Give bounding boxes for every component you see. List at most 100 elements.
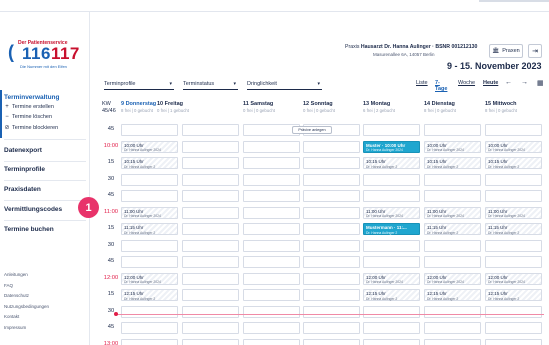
footer-link-kontakt[interactable]: Kontakt [4,314,49,319]
view-7-tage[interactable]: 7-Tage [435,80,447,92]
empty-cell[interactable] [424,256,481,268]
empty-cell[interactable] [485,190,542,202]
empty-cell[interactable] [424,124,481,136]
empty-cell[interactable] [243,157,300,169]
empty-cell[interactable] [363,239,420,252]
empty-cell[interactable] [182,173,239,186]
footer-link-impressum[interactable]: Impressum [4,325,49,330]
free-slot[interactable]: 11:15 Uhr Dr. Hanna Aulinger 2 [485,223,542,235]
footer-link-datenschutz[interactable]: Datenschutz [4,293,49,298]
sidebar-item-termine-buchen[interactable]: Termine buchen [4,226,54,233]
empty-cell[interactable] [363,305,420,318]
empty-cell[interactable] [363,124,420,136]
empty-cell[interactable] [182,256,239,268]
empty-cell[interactable] [485,322,542,334]
empty-cell[interactable] [303,322,360,334]
empty-cell[interactable] [243,206,300,219]
view-liste[interactable]: Liste [416,80,428,86]
empty-cell[interactable] [303,289,360,301]
free-slot[interactable]: 10:15 Uhr Dr. Hanna Aulinger 2 [363,157,420,169]
empty-cell[interactable] [243,173,300,186]
praxen-button[interactable]: 🏛 Praxen [489,44,523,58]
empty-cell[interactable] [182,140,239,153]
empty-cell[interactable] [243,289,300,301]
sidebar-item-datenexport[interactable]: Datenexport [4,147,42,154]
empty-cell[interactable] [243,338,300,345]
free-slot[interactable]: 12:15 Uhr Dr. Hanna Aulinger 2 [424,289,481,301]
empty-cell[interactable] [303,157,360,169]
empty-cell[interactable] [182,223,239,235]
empty-cell[interactable] [121,322,178,334]
empty-cell[interactable] [121,190,178,202]
empty-cell[interactable] [243,322,300,334]
footer-link-nutzungsbedingungen[interactable]: Nutzungsbedingungen [4,304,49,309]
calendar-icon[interactable]: ▦ [537,79,544,87]
booked-appointment[interactable]: Mustermann · 11:... Dr. Hanna Aulinger 2 [363,223,420,235]
empty-cell[interactable] [182,239,239,252]
footer-link-faq[interactable]: FAQ [4,283,49,288]
empty-cell[interactable] [485,239,542,252]
free-slot[interactable]: 10:15 Uhr Dr. Hanna Aulinger 2 [485,157,542,169]
free-slot[interactable]: 12:00 Uhr Dr. Hanna Aulinger 2024 [363,272,420,285]
empty-cell[interactable] [121,305,178,318]
empty-cell[interactable] [182,289,239,301]
empty-cell[interactable] [182,124,239,136]
empty-cell[interactable] [182,206,239,219]
empty-cell[interactable] [303,173,360,186]
arrow-right-icon[interactable]: → [521,79,528,86]
free-slot[interactable]: 11:00 Uhr Dr. Hanna Aulinger 2024 [424,206,481,219]
empty-cell[interactable] [182,190,239,202]
empty-cell[interactable] [485,173,542,186]
empty-cell[interactable] [424,338,481,345]
free-slot[interactable]: 11:00 Uhr Dr. Hanna Aulinger 2024 [121,206,178,219]
empty-cell[interactable] [243,256,300,268]
empty-cell[interactable] [424,322,481,334]
free-slot[interactable]: 11:15 Uhr Dr. Hanna Aulinger 2 [424,223,481,235]
free-slot[interactable]: 10:15 Uhr Dr. Hanna Aulinger 2 [121,157,178,169]
empty-cell[interactable] [121,239,178,252]
empty-cell[interactable] [485,305,542,318]
empty-cell[interactable] [424,190,481,202]
arrow-left-icon[interactable]: ← [505,79,512,86]
free-slot[interactable]: 12:00 Uhr Dr. Hanna Aulinger 2024 [121,272,178,285]
free-slot[interactable]: 11:15 Uhr Dr. Hanna Aulinger 2 [121,223,178,235]
free-slot[interactable]: 10:15 Uhr Dr. Hanna Aulinger 2 [424,157,481,169]
terminprofile-dropdown[interactable]: Terminprofile ▾ [104,79,174,90]
empty-cell[interactable] [303,338,360,345]
empty-cell[interactable] [121,338,178,345]
empty-cell[interactable] [363,338,420,345]
free-slot[interactable]: 12:15 Uhr Dr. Hanna Aulinger 2 [485,289,542,301]
empty-cell[interactable] [485,124,542,136]
logo-116117[interactable]: Der Patientenservice ( 116117 Die Nummer… [6,40,86,80]
empty-cell[interactable] [363,190,420,202]
empty-cell[interactable] [303,140,360,153]
free-slot[interactable]: 12:00 Uhr Dr. Hanna Aulinger 2024 [424,272,481,285]
empty-cell[interactable] [182,157,239,169]
add-slot-button[interactable]: Prävive anlegen [292,126,332,134]
empty-cell[interactable] [243,272,300,285]
empty-cell[interactable] [182,338,239,345]
empty-cell[interactable] [303,239,360,252]
empty-cell[interactable] [121,173,178,186]
logout-button[interactable]: ⇥ [528,44,542,58]
free-slot[interactable]: 10:00 Uhr Dr. Hanna Aulinger 2024 [485,140,542,153]
sidebar-item-termine-loeschen[interactable]: − Termine löschen [4,114,52,120]
empty-cell[interactable] [182,322,239,334]
empty-cell[interactable] [303,206,360,219]
free-slot[interactable]: 10:00 Uhr Dr. Hanna Aulinger 2024 [121,140,178,153]
empty-cell[interactable] [121,124,178,136]
empty-cell[interactable] [182,272,239,285]
empty-cell[interactable] [243,190,300,202]
empty-cell[interactable] [303,223,360,235]
empty-cell[interactable] [303,190,360,202]
empty-cell[interactable] [485,256,542,268]
empty-cell[interactable] [303,272,360,285]
sidebar-item-terminverwaltung[interactable]: Terminverwaltung [4,94,60,101]
empty-cell[interactable] [363,173,420,186]
empty-cell[interactable] [243,223,300,235]
empty-cell[interactable] [243,239,300,252]
sidebar-item-praxisdaten[interactable]: Praxisdaten [4,186,41,193]
sidebar-item-vermittlungscodes[interactable]: Vermittlungscodes [4,206,62,213]
free-slot[interactable]: 12:15 Uhr Dr. Hanna Aulinger 2 [121,289,178,301]
free-slot[interactable]: 12:15 Uhr Dr. Hanna Aulinger 2 [363,289,420,301]
